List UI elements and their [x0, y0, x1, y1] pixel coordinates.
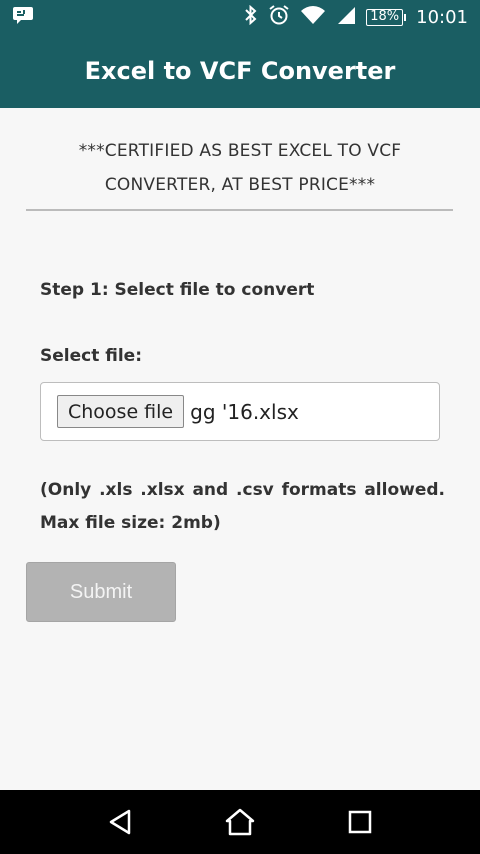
- notification-icon: [12, 6, 34, 29]
- navigation-bar: [0, 790, 480, 854]
- certified-line-1: ***CERTIFIED AS BEST EXCEL TO VCF: [78, 141, 402, 161]
- select-file-label: Select file:: [40, 346, 143, 366]
- alarm-icon: [268, 4, 290, 31]
- format-note-line-1: (Only .xls .xlsx and .csv formats allowe…: [40, 480, 445, 500]
- bluetooth-icon: [244, 4, 258, 30]
- main-content: ***CERTIFIED AS BEST EXCEL TO VCF CONVER…: [0, 108, 480, 790]
- app-bar: Excel to VCF Converter: [0, 34, 480, 108]
- format-note-line-2: Max file size: 2mb): [40, 513, 221, 533]
- file-input[interactable]: Choose file gg '16.xlsx: [40, 382, 440, 441]
- format-note: (Only .xls .xlsx and .csv formats allowe…: [40, 474, 445, 540]
- battery-icon: 18%: [366, 8, 407, 26]
- back-icon[interactable]: [100, 802, 140, 842]
- certified-banner: ***CERTIFIED AS BEST EXCEL TO VCF CONVER…: [40, 134, 440, 202]
- divider: [26, 209, 453, 211]
- wifi-icon: [300, 5, 326, 30]
- submit-button[interactable]: Submit: [26, 562, 176, 622]
- clock: 10:01: [416, 6, 468, 28]
- battery-level: 18%: [366, 8, 404, 26]
- home-icon[interactable]: [220, 802, 260, 842]
- certified-line-2: CONVERTER, AT BEST PRICE***: [104, 175, 376, 195]
- signal-icon: [336, 5, 356, 30]
- step-label: Step 1: Select file to convert: [40, 280, 315, 300]
- app-title: Excel to VCF Converter: [84, 57, 396, 85]
- choose-file-button[interactable]: Choose file: [57, 395, 185, 428]
- selected-file-name: gg '16.xlsx: [190, 399, 299, 424]
- status-bar: 18% 10:01: [0, 0, 480, 34]
- recents-icon[interactable]: [340, 802, 380, 842]
